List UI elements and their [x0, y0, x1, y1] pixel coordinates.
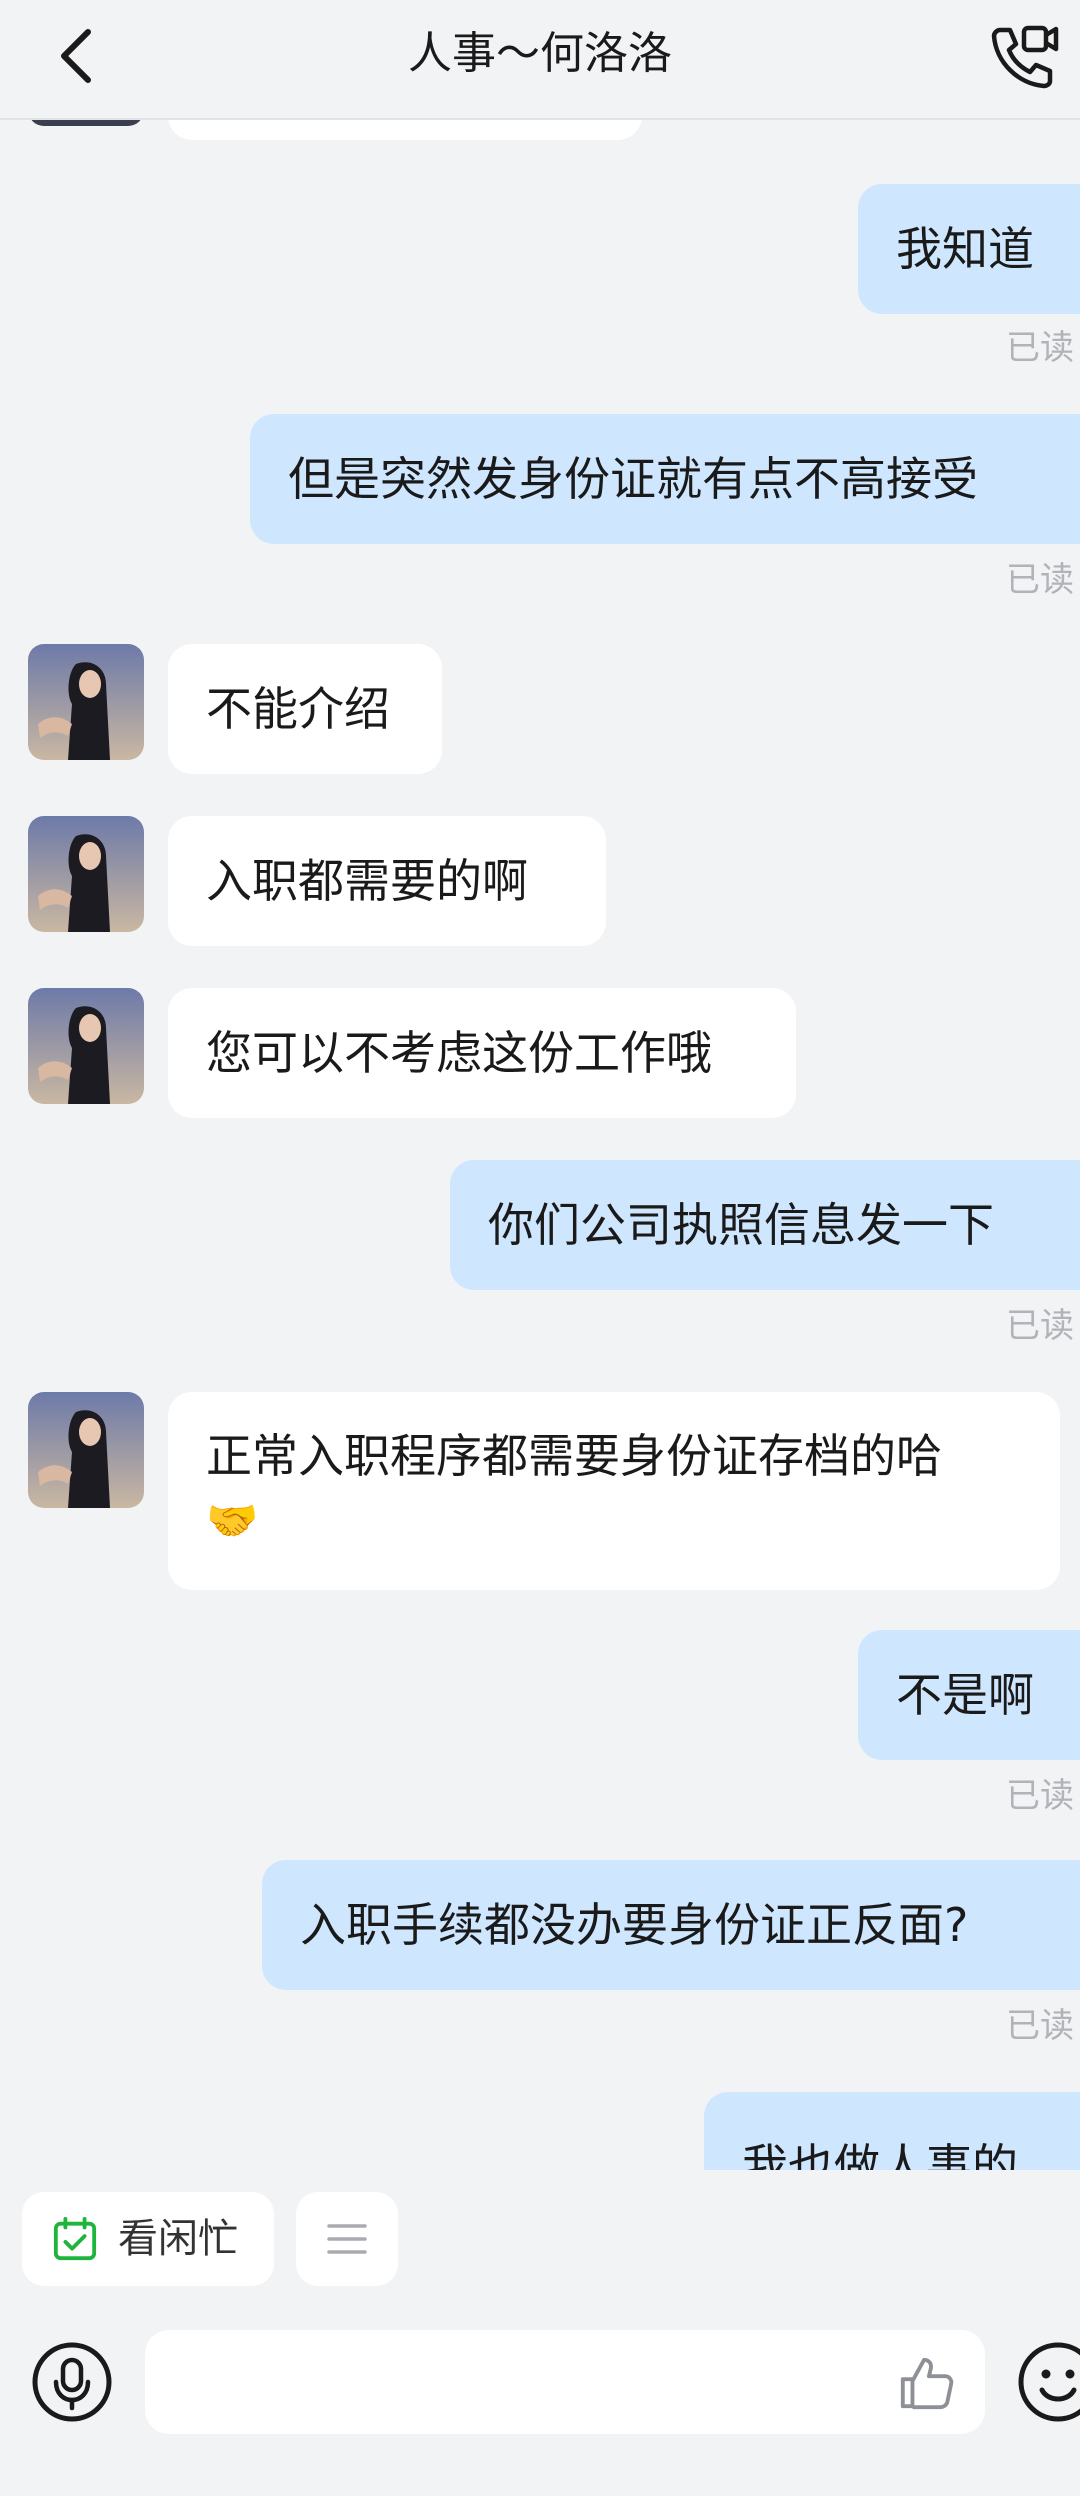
- message-bubble-out: 你们公司执照信息发一下: [450, 1160, 1080, 1290]
- menu-chip[interactable]: [296, 2192, 398, 2286]
- video-call-icon[interactable]: [988, 22, 1060, 90]
- message-bubble-in: 正常入职程序都需要身份证存档的哈 🤝: [168, 1392, 1060, 1590]
- message-bubble-partial: [168, 118, 642, 140]
- message-text: 您可以不考虑这份工作哦: [206, 1026, 712, 1080]
- read-receipt: 已读: [1006, 1776, 1074, 1816]
- message-bubble-in: 您可以不考虑这份工作哦: [168, 988, 796, 1118]
- portrait-image: [28, 644, 144, 760]
- availability-chip[interactable]: 看闲忙: [22, 2192, 274, 2286]
- contact-avatar[interactable]: [28, 644, 144, 760]
- message-bubble-out: 入职手续都没办要身份证正反面?: [262, 1860, 1080, 1990]
- message-bubble-in: 不能介绍: [168, 644, 442, 774]
- message-bubble-in: 入职都需要的啊: [168, 816, 606, 946]
- portrait-image: [28, 1392, 144, 1508]
- message-bubble-out: 但是突然发身份证就有点不高接受: [250, 414, 1080, 544]
- microphone-icon[interactable]: [30, 2340, 114, 2424]
- contact-avatar[interactable]: [28, 988, 144, 1104]
- message-bubble-out: 我也做人事的: [704, 2092, 1080, 2170]
- message-bubble-out: 不是啊: [858, 1630, 1080, 1760]
- message-text: 我也做人事的: [742, 2139, 1018, 2170]
- message-text: 你们公司执照信息发一下: [488, 1198, 994, 1252]
- handshake-emoji: 🤝: [206, 1496, 259, 1545]
- portrait-image: [28, 988, 144, 1104]
- read-receipt: 已读: [1006, 560, 1074, 600]
- message-text: 我知道: [896, 222, 1034, 276]
- portrait-image: [28, 816, 144, 932]
- contact-avatar[interactable]: [28, 816, 144, 932]
- chat-header: 人事～何洛洛: [0, 0, 1080, 120]
- read-receipt: 已读: [1006, 328, 1074, 368]
- calendar-check-icon: [53, 2216, 97, 2261]
- smiley-icon[interactable]: [1016, 2340, 1080, 2424]
- message-text: 但是突然发身份证就有点不高接受: [288, 452, 978, 506]
- message-list[interactable]: 我知道 已读 但是突然发身份证就有点不高接受 已读 不能介绍 入职都需要的啊 您…: [0, 118, 1080, 2170]
- message-text: 入职都需要的啊: [206, 854, 528, 908]
- read-receipt: 已读: [1006, 2006, 1074, 2046]
- read-receipt: 已读: [1006, 1306, 1074, 1346]
- chat-title: 人事～何洛洛: [408, 28, 672, 79]
- message-input[interactable]: [145, 2330, 985, 2434]
- contact-avatar[interactable]: [28, 1392, 144, 1508]
- message-bubble-out: 我知道: [858, 184, 1080, 314]
- menu-icon: [327, 2224, 367, 2254]
- message-text: 不是啊: [896, 1668, 1034, 1722]
- availability-label: 看闲忙: [118, 2216, 238, 2262]
- message-text: 正常入职程序都需要身份证存档的哈: [206, 1429, 942, 1483]
- message-text: 不能介绍: [206, 682, 390, 736]
- thumbs-up-icon[interactable]: [897, 2354, 955, 2412]
- input-toolbar: 看闲忙: [0, 2170, 1080, 2496]
- message-text: 入职手续都没办要身份证正反面?: [300, 1898, 969, 1952]
